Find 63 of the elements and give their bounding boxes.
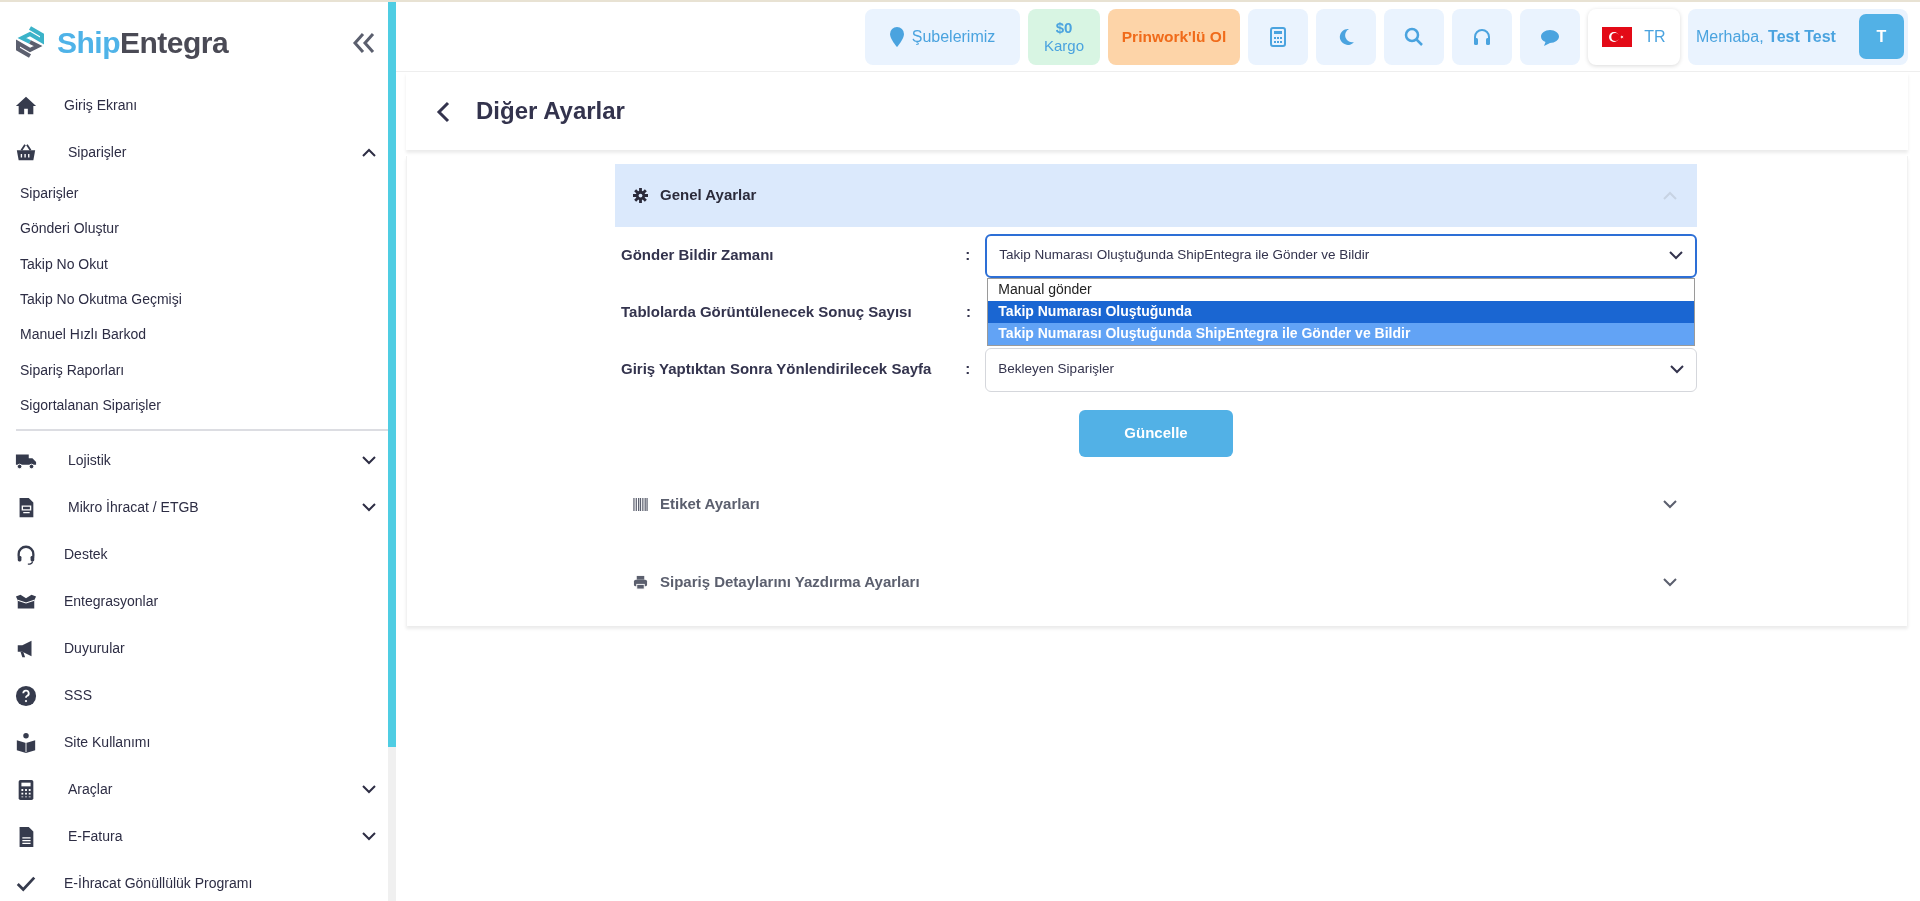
reader-icon — [14, 731, 38, 754]
chevron-icon[interactable] — [1663, 499, 1677, 509]
logo-text: ShipEntegra — [57, 24, 229, 61]
headset-icon — [1472, 26, 1492, 47]
support-button[interactable] — [1452, 8, 1512, 65]
gear-icon — [633, 188, 648, 203]
sidebar-item[interactable]: Site Kullanımı — [0, 719, 388, 767]
user-greeting: Merhaba, Test Test — [1696, 26, 1836, 47]
sidebar-item[interactable]: E-İhracat Gönüllülük Programı — [0, 860, 388, 901]
field-label: Giriş Yaptıktan Sonra Yönlendirilecek Sayfa — [621, 359, 933, 380]
field-label: Tablolarda Görüntülenecek Sonuç Sayısı — [621, 302, 913, 323]
user-avatar: T — [1859, 14, 1904, 59]
chevron-icon[interactable] — [362, 503, 376, 513]
sidebar-item[interactable]: Giriş Ekranı — [0, 82, 388, 129]
chevron-icon[interactable] — [362, 832, 376, 842]
sidebar-item[interactable]: Mikro İhracat / ETGB — [0, 484, 388, 532]
sidebar-item[interactable]: Entegrasyonlar — [0, 578, 388, 626]
search-button[interactable] — [1384, 8, 1444, 65]
chat-button[interactable] — [1520, 8, 1580, 65]
chevron-icon[interactable] — [362, 785, 376, 795]
sidebar-subitem[interactable]: Sigortalanan Siparişler — [0, 387, 388, 424]
chevron-icon[interactable] — [362, 456, 376, 466]
dropdown-option[interactable]: Manual gönder — [988, 278, 1694, 301]
sidebar-subitem[interactable]: Sipariş Raporları — [0, 352, 388, 388]
sidebar-item[interactable]: Siparişler — [0, 129, 388, 176]
sidebar-subitem[interactable]: Takip No Okutma Geçmişi — [0, 281, 388, 318]
home-icon — [14, 94, 38, 117]
search-icon — [1404, 26, 1424, 47]
sidebar-item[interactable]: Destek — [0, 531, 388, 579]
location-icon — [889, 26, 904, 47]
page-title: Diğer Ayarlar — [476, 96, 625, 126]
sidebar-item[interactable]: SSS — [0, 672, 388, 720]
sidebar-subitem[interactable]: Gönderi Oluştur — [0, 211, 388, 247]
theme-button[interactable] — [1316, 8, 1376, 65]
colon: : — [966, 302, 972, 323]
barcode-icon — [633, 496, 648, 512]
dropdown-option[interactable]: Takip Numarası Oluştuğunda — [988, 300, 1694, 323]
flag-icon — [1602, 26, 1633, 47]
help-icon — [14, 684, 38, 707]
back-button[interactable] — [436, 99, 450, 123]
sidebar-subitem[interactable]: Siparişler — [0, 176, 388, 212]
select-field[interactable]: Takip Numarası Oluştuğunda ShipEntegra ile Gönder ve Bildir — [985, 233, 1697, 278]
caret-icon[interactable] — [1669, 251, 1683, 260]
printer-icon — [633, 574, 648, 590]
collapse-button[interactable] — [352, 30, 376, 54]
accordion-header[interactable]: Genel Ayarlar — [615, 164, 1697, 227]
logo-icon — [15, 26, 45, 58]
calculator-icon — [1268, 26, 1288, 47]
scrollbar[interactable] — [388, 2, 396, 901]
calculator-button[interactable] — [1248, 8, 1308, 65]
sidebar-item[interactable]: Duyurular — [0, 625, 388, 673]
chevron-icon[interactable] — [362, 148, 376, 157]
select-field[interactable]: Bekleyen Siparişler — [985, 347, 1697, 392]
colon: : — [965, 359, 972, 380]
sidebar-subitem[interactable]: Manuel Hızlı Barkod — [0, 317, 388, 353]
sidebar-item[interactable]: E-Fatura — [0, 813, 388, 861]
chevron-icon[interactable] — [1663, 577, 1677, 587]
sidebar-item[interactable]: Lojistik — [0, 437, 388, 485]
sidebar-subitem[interactable]: Takip No Okut — [0, 246, 388, 282]
field-label: Gönder Bildir Zamanı — [621, 245, 775, 266]
sidebar-item[interactable]: Araçlar — [0, 766, 388, 814]
caret-icon[interactable] — [1670, 365, 1684, 374]
colon: : — [965, 245, 972, 266]
